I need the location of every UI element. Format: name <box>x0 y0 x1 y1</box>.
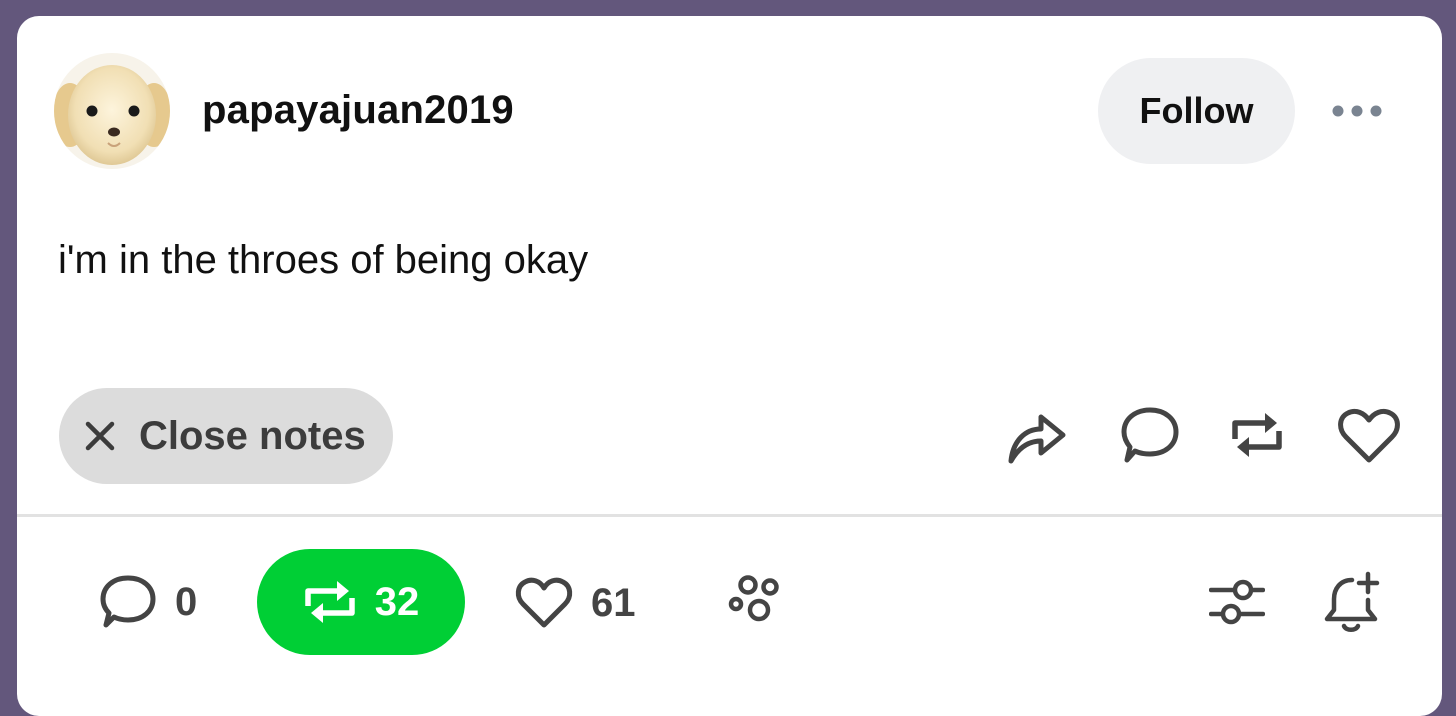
puppy-avatar-icon <box>54 53 170 169</box>
post-card: papayajuan2019 Follow i'm in the throes … <box>17 16 1442 716</box>
notify-bell-icon[interactable] <box>1322 570 1384 636</box>
close-icon <box>85 421 115 451</box>
reblogs-tab[interactable]: 32 <box>257 549 465 655</box>
follow-button[interactable]: Follow <box>1098 58 1295 164</box>
post-text: i'm in the throes of being okay <box>58 238 589 282</box>
reblog-icon <box>305 581 355 623</box>
reblogs-count: 32 <box>374 579 420 624</box>
replies-tab[interactable]: 0 <box>99 574 197 630</box>
divider <box>17 514 1442 517</box>
likes-tab[interactable]: 61 <box>515 576 636 630</box>
username[interactable]: papayajuan2019 <box>202 88 514 133</box>
avatar[interactable] <box>54 53 170 169</box>
reblog-icon[interactable] <box>1229 405 1285 465</box>
replies-count: 0 <box>175 579 198 624</box>
likes-count: 61 <box>591 580 636 625</box>
more-options-icon[interactable] <box>1329 102 1385 120</box>
share-icon[interactable] <box>1005 405 1069 465</box>
close-notes-button[interactable]: Close notes <box>59 388 393 484</box>
close-notes-label: Close notes <box>139 413 366 458</box>
like-icon[interactable] <box>1337 407 1401 465</box>
filter-icon[interactable] <box>1209 576 1265 628</box>
reply-icon[interactable] <box>1119 405 1181 465</box>
community-icon[interactable] <box>728 574 786 626</box>
reply-icon <box>100 575 156 628</box>
heart-icon <box>515 577 573 628</box>
